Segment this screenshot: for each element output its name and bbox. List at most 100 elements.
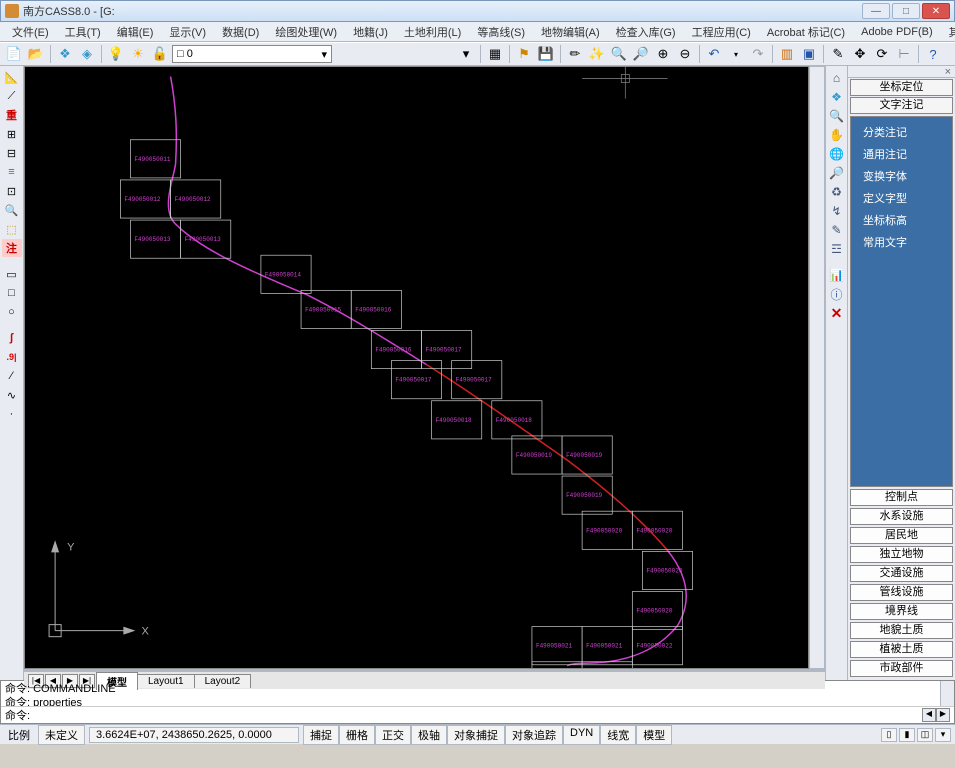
minimize-button[interactable]: —: [862, 3, 890, 19]
lock-icon[interactable]: 🔓: [150, 44, 170, 64]
menu-item[interactable]: 工具(T): [59, 22, 107, 42]
menu-item[interactable]: Adobe PDF(B): [855, 24, 939, 40]
status-toggle[interactable]: 线宽: [600, 725, 636, 745]
status-dropdown-icon[interactable]: ▾: [935, 728, 951, 742]
dimension-icon[interactable]: ⊢: [894, 44, 914, 64]
open-file-icon[interactable]: 📂: [26, 44, 46, 64]
maximize-button[interactable]: □: [892, 3, 920, 19]
zoom-tool-icon[interactable]: 🔍: [2, 201, 22, 219]
tool-b-icon[interactable]: ⊟: [2, 144, 22, 162]
status-icon-3[interactable]: ◫: [917, 728, 933, 742]
help-icon[interactable]: ?: [923, 44, 943, 64]
tool-d-icon[interactable]: ⊡: [2, 182, 22, 200]
tool-a-icon[interactable]: ⊞: [2, 125, 22, 143]
query-icon[interactable]: 🔎: [828, 165, 846, 181]
status-toggle[interactable]: 对象捕捉: [447, 725, 505, 745]
tree-item[interactable]: 分类注记: [851, 121, 952, 143]
tool-c-icon[interactable]: ≡: [2, 163, 22, 181]
category-button[interactable]: 境界线: [850, 603, 953, 620]
menu-item[interactable]: 检查入库(G): [610, 22, 682, 42]
vertical-scrollbar[interactable]: [809, 66, 825, 669]
menu-item[interactable]: 地物编辑(A): [535, 22, 606, 42]
status-toggle[interactable]: DYN: [563, 725, 600, 745]
command-input[interactable]: [32, 708, 922, 722]
layer-combo[interactable]: □ 0: [172, 45, 332, 63]
move-icon[interactable]: ✥: [850, 44, 870, 64]
category-button[interactable]: 交通设施: [850, 565, 953, 582]
status-toggle[interactable]: 模型: [636, 725, 672, 745]
dropdown-icon[interactable]: ▾: [456, 44, 476, 64]
status-icon-1[interactable]: ▯: [881, 728, 897, 742]
hand-icon[interactable]: ✋: [828, 127, 846, 143]
rect-icon[interactable]: ▭: [2, 265, 22, 283]
category-button[interactable]: 管线设施: [850, 584, 953, 601]
menu-item[interactable]: 数据(D): [216, 22, 265, 42]
status-toggle[interactable]: 对象追踪: [505, 725, 563, 745]
drawing-canvas[interactable]: F490050011F490050012F490050012F490050013…: [24, 66, 809, 669]
db-icon[interactable]: 📊: [828, 267, 846, 283]
category-button[interactable]: 地貌土质: [850, 622, 953, 639]
category-button[interactable]: 市政部件: [850, 660, 953, 677]
box-icon[interactable]: □: [2, 284, 22, 302]
menu-item[interactable]: 工程应用(C): [686, 22, 757, 42]
dot-icon[interactable]: ·: [2, 405, 22, 423]
status-toggle[interactable]: 栅格: [339, 725, 375, 745]
redo-icon[interactable]: ↷: [748, 44, 768, 64]
sun-icon[interactable]: ☀: [128, 44, 148, 64]
menu-item[interactable]: 地籍(J): [347, 22, 394, 42]
measure-icon[interactable]: 📐: [2, 68, 22, 86]
status-toggle[interactable]: 捕捉: [303, 725, 339, 745]
status-icon-2[interactable]: ▮: [899, 728, 915, 742]
panel-button[interactable]: 文字注记: [850, 97, 953, 114]
menu-item[interactable]: 其他应用(M): [943, 22, 955, 42]
category-button[interactable]: 水系设施: [850, 508, 953, 525]
chain-icon[interactable]: ☲: [828, 241, 846, 257]
panel-button[interactable]: 坐标定位: [850, 79, 953, 96]
wand-icon[interactable]: ✨: [587, 44, 607, 64]
cmd-scrollbar[interactable]: [940, 681, 954, 706]
status-toggle[interactable]: 正交: [375, 725, 411, 745]
edit-icon[interactable]: ✎: [828, 44, 848, 64]
menu-item[interactable]: 文件(E): [6, 22, 55, 42]
tree-item[interactable]: 坐标标高: [851, 209, 952, 231]
layer-stack-icon[interactable]: ❖: [55, 44, 75, 64]
menu-item[interactable]: Acrobat 标记(C): [761, 22, 851, 42]
menu-item[interactable]: 绘图处理(W): [269, 22, 343, 42]
table-icon[interactable]: ▥: [777, 44, 797, 64]
cmd-right-button[interactable]: ▶: [936, 708, 950, 722]
tree-item[interactable]: 变换字体: [851, 165, 952, 187]
decimal-icon[interactable]: .9|: [2, 348, 22, 366]
new-file-icon[interactable]: 📄: [4, 44, 24, 64]
lightbulb-icon[interactable]: 💡: [106, 44, 126, 64]
zoom-in-icon[interactable]: 🔍: [609, 44, 629, 64]
category-button[interactable]: 独立地物: [850, 546, 953, 563]
slash-icon[interactable]: ⁄: [2, 367, 22, 385]
select-tool-icon[interactable]: ⬚: [2, 220, 22, 238]
save-icon[interactable]: 💾: [536, 44, 556, 64]
menu-item[interactable]: 显示(V): [163, 22, 212, 42]
curve-icon[interactable]: ∿: [2, 386, 22, 404]
layers-icon[interactable]: ❖: [828, 89, 846, 105]
house-icon[interactable]: ⌂: [828, 70, 846, 86]
delete-icon[interactable]: ✕: [828, 305, 846, 321]
grid-icon[interactable]: ▦: [485, 44, 505, 64]
category-button[interactable]: 植被土质: [850, 641, 953, 658]
category-button[interactable]: 控制点: [850, 489, 953, 506]
menu-item[interactable]: 等高线(S): [471, 22, 531, 42]
annotate-label-icon[interactable]: 注: [2, 239, 22, 257]
cmd-left-button[interactable]: ◀: [922, 708, 936, 722]
rotate-icon[interactable]: ⟳: [872, 44, 892, 64]
undo-dropdown-icon[interactable]: ▾: [726, 44, 746, 64]
recycle-icon[interactable]: ♻: [828, 184, 846, 200]
layer-filter-icon[interactable]: ◈: [77, 44, 97, 64]
tree-item[interactable]: 定义字型: [851, 187, 952, 209]
tree-item[interactable]: 通用注记: [851, 143, 952, 165]
hook-icon[interactable]: ʃ: [2, 329, 22, 347]
brush-icon[interactable]: ✏: [565, 44, 585, 64]
zoom-extents-icon[interactable]: ⊕: [653, 44, 673, 64]
panel-close-button[interactable]: ×: [848, 66, 955, 78]
status-toggle[interactable]: 极轴: [411, 725, 447, 745]
weight-label-icon[interactable]: 重: [2, 106, 22, 124]
zoom-window-icon[interactable]: ⊖: [675, 44, 695, 64]
info-icon[interactable]: ⓘ: [828, 286, 846, 302]
